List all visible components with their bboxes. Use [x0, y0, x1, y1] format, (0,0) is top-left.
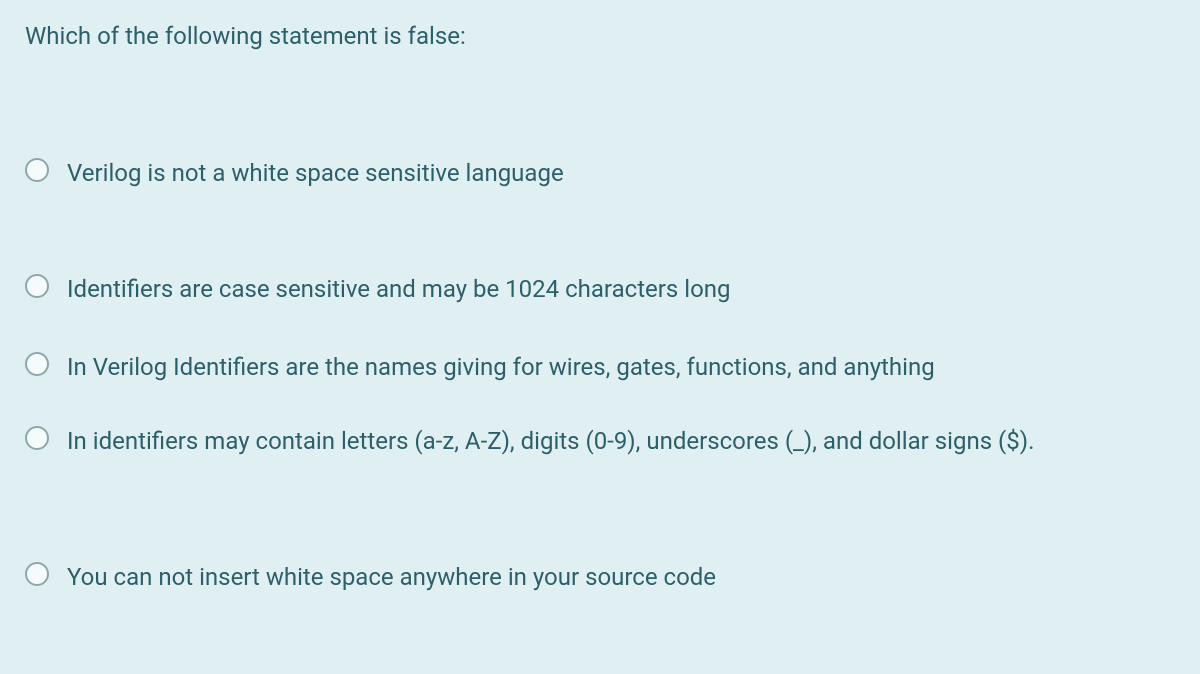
radio-button-5[interactable] — [25, 562, 49, 586]
radio-button-3[interactable] — [25, 352, 49, 376]
option-row-2: Identifiers are case sensitive and may b… — [25, 271, 1175, 307]
question-text: Which of the following statement is fals… — [25, 22, 1175, 50]
option-row-1: Verilog is not a white space sensitive l… — [25, 155, 1175, 191]
option-label-3: In Verilog Identifiers are the names giv… — [67, 349, 935, 385]
radio-button-2[interactable] — [25, 274, 49, 298]
option-label-1: Verilog is not a white space sensitive l… — [67, 155, 564, 191]
option-label-5: You can not insert white space anywhere … — [67, 559, 716, 595]
option-row-4: In identifiers may contain letters (a-z,… — [25, 423, 1175, 459]
option-label-2: Identifiers are case sensitive and may b… — [67, 271, 731, 307]
radio-button-4[interactable] — [25, 426, 49, 450]
option-row-5: You can not insert white space anywhere … — [25, 559, 1175, 595]
option-row-3: In Verilog Identifiers are the names giv… — [25, 349, 1175, 385]
option-label-4: In identifiers may contain letters (a-z,… — [67, 423, 1034, 459]
radio-button-1[interactable] — [25, 158, 49, 182]
options-container: Verilog is not a white space sensitive l… — [25, 155, 1175, 595]
